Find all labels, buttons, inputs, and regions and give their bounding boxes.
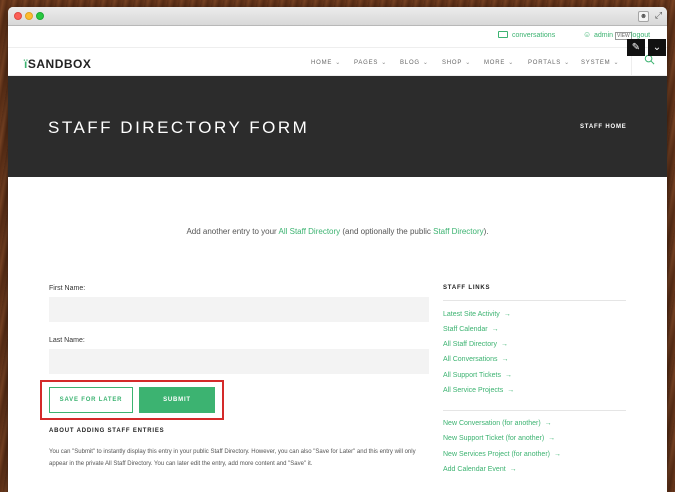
sidebar-divider	[443, 410, 626, 411]
sidebar-link-all-service-projects[interactable]: All Service Projects →	[443, 387, 514, 394]
last-name-label: Last Name:	[49, 337, 85, 344]
sidebar-link-label: Add Calendar Event	[443, 466, 506, 473]
nav-item-label: HOME	[311, 60, 333, 66]
save-for-later-button[interactable]: SAVE FOR LATER	[49, 387, 133, 413]
sidebar-link-label: Latest Site Activity	[443, 311, 500, 318]
chevron-down-icon: ⌄	[335, 60, 342, 66]
conversations-icon	[498, 31, 508, 38]
breadcrumb-staff-home[interactable]: STAFF HOME	[580, 124, 627, 130]
intro-text: Add another entry to your All Staff Dire…	[8, 227, 667, 236]
logo-text: SANDBOX	[27, 57, 92, 71]
nav-item-pages[interactable]: PAGES ⌄	[354, 59, 387, 66]
sidebar-link-label: New Conversation (for another)	[443, 420, 541, 427]
nav-item-label: MORE	[484, 60, 506, 66]
sidebar-divider	[443, 300, 626, 301]
nav-item-label: BLOG	[400, 60, 420, 66]
sidebar-link-new-services-project[interactable]: New Services Project (for another) →	[443, 451, 561, 458]
last-name-field[interactable]	[49, 349, 429, 374]
chevron-down-icon: ⌄	[422, 60, 429, 66]
user-icon: ☺	[583, 30, 592, 39]
arrow-right-icon: →	[548, 435, 556, 442]
nav-item-home[interactable]: HOME ⌄	[311, 59, 341, 66]
arrow-right-icon: →	[503, 311, 511, 318]
chevron-down-icon[interactable]: ⌄	[648, 39, 666, 56]
sidebar-link-label: All Service Projects	[443, 387, 504, 394]
sidebar-link-label: Staff Calendar	[443, 326, 488, 333]
arrow-right-icon: →	[500, 341, 508, 348]
sidebar-link-new-support-ticket[interactable]: New Support Ticket (for another) →	[443, 435, 555, 442]
zoom-window-button[interactable]	[36, 12, 44, 20]
chevron-down-icon: ⌄	[381, 60, 388, 66]
edit-page-icon[interactable]: ✎	[627, 39, 645, 56]
intro-middle: (and optionally the public	[340, 227, 434, 236]
nav-item-system[interactable]: SYSTEM ⌄	[581, 59, 619, 66]
submit-button[interactable]: SUBMIT	[139, 387, 215, 413]
chevron-down-icon: ⌄	[508, 60, 515, 66]
sidebar-link-staff-calendar[interactable]: Staff Calendar →	[443, 326, 499, 333]
staff-directory-link[interactable]: Staff Directory	[433, 227, 484, 236]
about-section-text: You can "Submit" to instantly display th…	[49, 449, 416, 467]
arrow-right-icon: →	[491, 326, 499, 333]
page-title: STAFF DIRECTORY FORM	[48, 118, 310, 137]
nav-item-portals[interactable]: PORTALS ⌄	[528, 59, 570, 66]
all-staff-directory-link[interactable]: All Staff Directory	[279, 227, 341, 236]
nav-item-label: SHOP	[442, 60, 463, 66]
intro-prefix: Add another entry to your	[186, 227, 279, 236]
sidebar-link-all-conversations[interactable]: All Conversations →	[443, 356, 508, 363]
sidebar-title: STAFF LINKS	[443, 285, 491, 291]
chevron-down-icon: ⌄	[564, 60, 570, 66]
nav-item-blog[interactable]: BLOG ⌄	[400, 59, 429, 66]
sidebar-link-new-conversation[interactable]: New Conversation (for another) →	[443, 420, 552, 427]
nav-item-shop[interactable]: SHOP ⌄	[442, 59, 471, 66]
chevron-down-icon: ⌄	[465, 60, 472, 66]
close-window-button[interactable]	[14, 12, 22, 20]
chevron-down-icon: ⌄	[613, 60, 620, 66]
fullscreen-icon[interactable]: ⤢	[653, 11, 664, 22]
sidebar-link-label: All Conversations	[443, 356, 498, 363]
sidebar-link-latest-activity[interactable]: Latest Site Activity →	[443, 311, 511, 318]
browser-window: ☻ ⤢ conversations ☺ admin VIEW logout їS…	[8, 7, 667, 492]
logout-link[interactable]: logout	[631, 32, 650, 39]
arrow-right-icon: →	[504, 372, 512, 379]
sidebar-link-label: All Support Tickets	[443, 372, 501, 379]
arrow-right-icon: →	[509, 466, 517, 473]
nav-item-more[interactable]: MORE ⌄	[484, 59, 514, 66]
arrow-right-icon: →	[501, 356, 509, 363]
first-name-label: First Name:	[49, 285, 86, 292]
sidebar-link-label: All Staff Directory	[443, 341, 497, 348]
first-name-field[interactable]	[49, 297, 429, 322]
arrow-right-icon: →	[507, 387, 515, 394]
site-logo[interactable]: їSANDBOX	[24, 57, 91, 71]
page-hero: STAFF DIRECTORY FORM STAFF HOME	[8, 76, 667, 177]
nav-item-label: PAGES	[354, 60, 379, 66]
intro-suffix: ).	[483, 227, 489, 236]
minimize-window-button[interactable]	[25, 12, 33, 20]
about-section-title: ABOUT ADDING STAFF ENTRIES	[49, 428, 165, 434]
nav-item-label: PORTALS	[528, 60, 562, 66]
utility-bar: conversations ☺ admin VIEW logout	[8, 26, 667, 47]
sidebar-link-add-calendar-event[interactable]: Add Calendar Event →	[443, 466, 517, 473]
main-navbar: їSANDBOX HOME ⌄ PAGES ⌄ BLOG ⌄ SHOP ⌄ MORE ⌄ …	[8, 47, 667, 77]
window-titlebar: ☻ ⤢	[8, 7, 667, 26]
arrow-right-icon: →	[553, 451, 561, 458]
sidebar-link-all-staff-directory[interactable]: All Staff Directory →	[443, 341, 508, 348]
arrow-right-icon: →	[544, 420, 552, 427]
user-icon[interactable]: ☻	[638, 11, 649, 22]
sidebar-link-label: New Support Ticket (for another)	[443, 435, 545, 442]
sidebar-link-all-support-tickets[interactable]: All Support Tickets →	[443, 372, 512, 379]
nav-item-label: SYSTEM	[581, 60, 611, 66]
user-link[interactable]: admin	[594, 32, 613, 39]
sidebar-link-label: New Services Project (for another)	[443, 451, 550, 458]
conversations-link[interactable]: conversations	[512, 32, 555, 39]
